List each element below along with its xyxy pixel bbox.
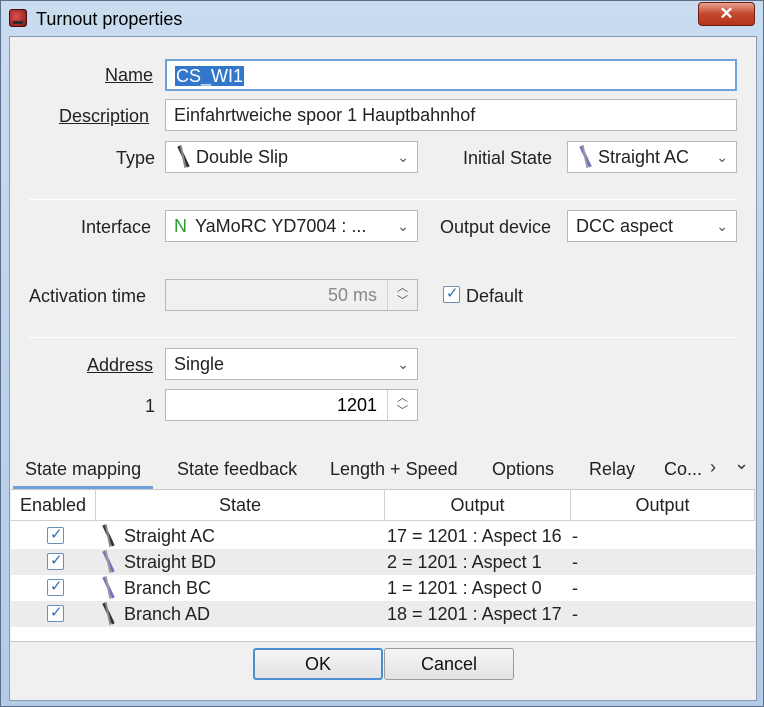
chevron-down-icon: ⌄ xyxy=(397,218,409,234)
output-device-select[interactable]: DCC aspect ⌄ xyxy=(567,210,737,242)
address-select[interactable]: Single ⌄ xyxy=(165,348,418,380)
spin-arrows-icon[interactable]: ︿ ﹀ xyxy=(387,280,417,310)
initial-state-label: Initial State xyxy=(463,148,553,168)
close-button[interactable]: ✕ xyxy=(698,2,755,26)
type-select[interactable]: Double Slip ⌄ xyxy=(165,141,418,173)
tab-bar: State mapping State feedback Length + Sp… xyxy=(10,453,756,489)
table-row[interactable]: Branch BC 1 = 1201 : Aspect 0 - xyxy=(11,575,755,601)
dialog-body: Name CS_WI1 Description Einfahrtweiche s… xyxy=(9,36,757,701)
divider xyxy=(10,641,756,642)
output2-cell: - xyxy=(572,604,578,624)
address-spinner[interactable]: 1201 ︿ ﹀ xyxy=(165,389,418,421)
spin-arrows-icon[interactable]: ︿ ﹀ xyxy=(387,390,417,420)
default-label: Default xyxy=(466,286,524,306)
table-row[interactable]: Straight AC 17 = 1201 : Aspect 16 - xyxy=(11,523,755,549)
state-cell: Straight AC xyxy=(124,526,216,546)
enabled-checkbox[interactable] xyxy=(47,577,64,596)
address-value: Single xyxy=(174,354,225,374)
tab-length-speed[interactable]: Length + Speed xyxy=(330,459,458,480)
enabled-checkbox[interactable] xyxy=(47,525,64,544)
initial-state-value: Straight AC xyxy=(598,147,690,167)
tab-state-mapping[interactable]: State mapping xyxy=(12,459,154,489)
interface-select[interactable]: N YaMoRC YD7004 : ... ⌄ xyxy=(165,210,418,242)
table-header: Enabled State Output Output xyxy=(11,490,755,521)
column-header-enabled[interactable]: Enabled xyxy=(11,490,96,521)
tab-options[interactable]: Options xyxy=(492,459,554,480)
enabled-checkbox[interactable] xyxy=(47,603,64,622)
tab-next-arrow-icon[interactable]: › xyxy=(710,457,716,478)
activation-time-value: 50 ms xyxy=(327,285,377,305)
branch-ad-icon xyxy=(99,602,117,624)
straight-slip-icon xyxy=(576,145,594,167)
default-checkbox[interactable] xyxy=(443,284,460,303)
initial-state-select[interactable]: Straight AC ⌄ xyxy=(567,141,737,173)
state-cell: Straight BD xyxy=(124,552,217,572)
double-slip-icon xyxy=(174,145,192,167)
output-device-value: DCC aspect xyxy=(576,216,674,236)
output-device-label: Output device xyxy=(440,217,552,237)
output-cell: 17 = 1201 : Aspect 16 xyxy=(387,526,562,546)
description-input[interactable]: Einfahrtweiche spoor 1 Hauptbahnhof xyxy=(165,99,737,131)
column-header-output-1[interactable]: Output xyxy=(385,490,571,521)
address-label: Address xyxy=(87,355,154,375)
divider xyxy=(29,337,737,338)
divider xyxy=(29,199,737,200)
enabled-checkbox[interactable] xyxy=(47,551,64,570)
tab-overflow-co[interactable]: Co... xyxy=(664,459,702,480)
turnout-properties-window: Turnout properties ✕ Name CS_WI1 Descrip… xyxy=(0,0,764,707)
chevron-down-icon: ⌄ xyxy=(397,149,409,165)
address-index-label: 1 xyxy=(145,396,156,416)
output2-cell: - xyxy=(572,578,578,598)
output2-cell: - xyxy=(572,526,578,546)
state-cell: Branch BC xyxy=(124,578,212,598)
window-title: Turnout properties xyxy=(36,9,183,29)
activation-time-label: Activation time xyxy=(29,286,147,306)
address-number-value: 1201 xyxy=(336,395,377,415)
chevron-down-icon: ⌄ xyxy=(716,149,728,165)
tab-relay[interactable]: Relay xyxy=(589,459,635,480)
cancel-button[interactable]: Cancel xyxy=(384,648,514,680)
table-row[interactable]: Branch AD 18 = 1201 : Aspect 17 - xyxy=(11,601,755,627)
output-cell: 18 = 1201 : Aspect 17 xyxy=(387,604,562,624)
straight-bd-icon xyxy=(99,550,117,572)
tab-state-feedback[interactable]: State feedback xyxy=(177,459,297,480)
branch-bc-icon xyxy=(99,576,117,598)
chevron-down-icon: ⌄ xyxy=(716,218,728,234)
name-label: Name xyxy=(105,65,154,85)
table-row[interactable]: Straight BD 2 = 1201 : Aspect 1 - xyxy=(11,549,755,575)
tab-menu-chevron-icon[interactable]: ⌄ xyxy=(734,453,749,474)
app-locomotive-icon xyxy=(9,9,27,27)
type-value: Double Slip xyxy=(196,147,289,167)
name-input[interactable]: CS_WI1 xyxy=(165,59,737,91)
title-bar[interactable]: Turnout properties ✕ xyxy=(1,1,763,37)
interface-value: YaMoRC YD7004 : ... xyxy=(195,216,367,236)
name-value: CS_WI1 xyxy=(175,66,245,86)
interface-label: Interface xyxy=(81,217,152,237)
state-mapping-table: Enabled State Output Output Straight AC … xyxy=(11,489,755,641)
column-header-state[interactable]: State xyxy=(96,490,385,521)
ok-button[interactable]: OK xyxy=(253,648,383,680)
activation-time-spinner[interactable]: 50 ms ︿ ﹀ xyxy=(165,279,418,311)
output2-cell: - xyxy=(572,552,578,572)
description-label: Description xyxy=(59,106,150,126)
straight-ac-icon xyxy=(99,524,117,546)
interface-status-icon: N xyxy=(174,216,187,236)
output-cell: 2 = 1201 : Aspect 1 xyxy=(387,552,542,572)
state-cell: Branch AD xyxy=(124,604,211,624)
column-header-output-2[interactable]: Output xyxy=(571,490,755,521)
output-cell: 1 = 1201 : Aspect 0 xyxy=(387,578,542,598)
chevron-down-icon: ⌄ xyxy=(397,356,409,372)
type-label: Type xyxy=(116,148,156,168)
